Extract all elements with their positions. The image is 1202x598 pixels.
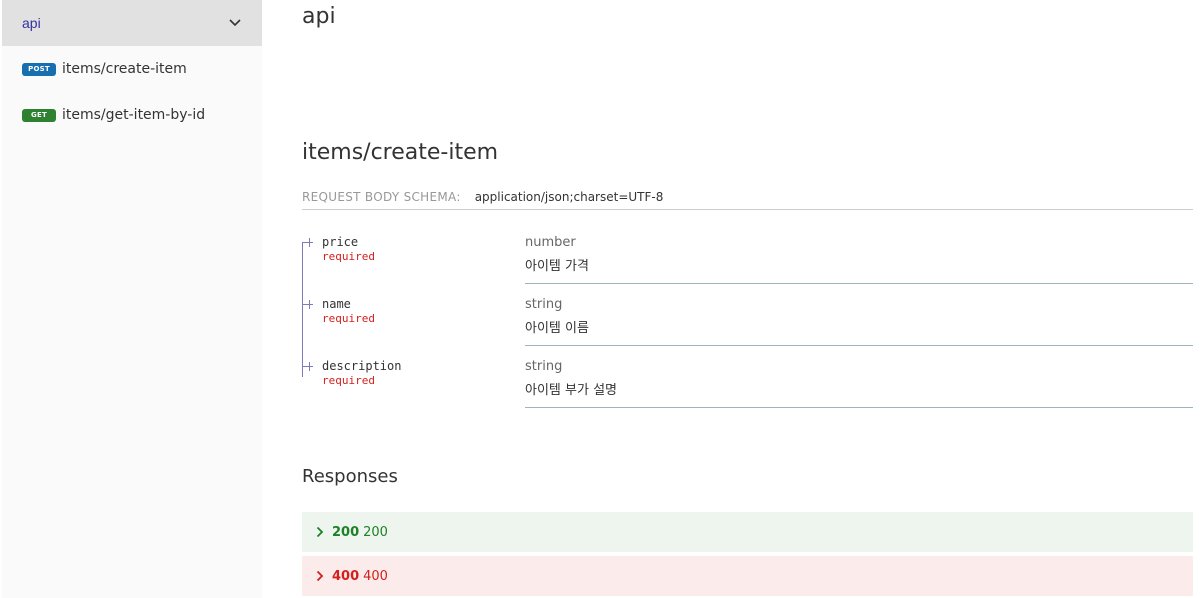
- tree-connector: [303, 366, 313, 367]
- get-method-badge: GET: [22, 108, 56, 122]
- response-description: 200: [363, 524, 388, 540]
- property-name: price: [322, 235, 359, 249]
- schema-properties: price required number 아이템 가격 name requir…: [302, 232, 1193, 418]
- tree-connector-end: [309, 300, 310, 309]
- chevron-right-icon: [316, 526, 328, 538]
- responses-title: Responses: [302, 466, 398, 487]
- property-name-cell: name required: [302, 294, 525, 356]
- property-type: string: [525, 359, 563, 374]
- tree-connector: [303, 304, 313, 305]
- chevron-right-icon: [316, 570, 328, 582]
- response-200-toggle[interactable]: 200 200: [302, 512, 1193, 552]
- property-detail-cell: number 아이템 가격: [525, 232, 1193, 284]
- section-title: api: [302, 4, 336, 29]
- operation-title: items/create-item: [302, 140, 499, 165]
- property-name: description: [322, 359, 402, 373]
- request-body-schema-header: REQUEST BODY SCHEMA: application/json;ch…: [302, 190, 1193, 210]
- property-required-label: required: [322, 374, 375, 387]
- property-required-label: required: [322, 312, 375, 325]
- property-description: 아이템 이름: [525, 321, 589, 336]
- property-name-cell: description required: [302, 356, 525, 418]
- property-description: 아이템 가격: [525, 259, 589, 274]
- property-type: number: [525, 235, 576, 250]
- property-row-description: description required string 아이템 부가 설명: [302, 356, 1193, 418]
- sidebar-item-create-item[interactable]: POST items/create-item: [2, 46, 262, 92]
- property-detail-cell: string 아이템 부가 설명: [525, 356, 1193, 408]
- response-code: 400: [332, 568, 360, 584]
- response-code: 200: [332, 524, 360, 540]
- property-detail-cell: string 아이템 이름: [525, 294, 1193, 346]
- property-required-label: required: [322, 250, 375, 263]
- sidebar-group-api[interactable]: api: [2, 0, 262, 46]
- chevron-down-icon: [228, 16, 242, 30]
- property-row-price: price required number 아이템 가격: [302, 232, 1193, 294]
- post-method-badge: POST: [22, 62, 56, 76]
- sidebar-item-get-item-by-id[interactable]: GET items/get-item-by-id: [2, 92, 262, 138]
- property-name-cell: price required: [302, 232, 525, 294]
- sidebar-item-label: items/get-item-by-id: [62, 107, 206, 123]
- property-type: string: [525, 297, 563, 312]
- sidebar-item-label: items/create-item: [62, 61, 187, 77]
- request-body-content-type: application/json;charset=UTF-8: [474, 190, 664, 204]
- request-body-schema-label: REQUEST BODY SCHEMA:: [302, 190, 461, 204]
- response-400-toggle[interactable]: 400 400: [302, 556, 1193, 596]
- tree-connector-end: [309, 238, 310, 247]
- tree-connector: [303, 242, 313, 243]
- response-description: 400: [363, 568, 388, 584]
- property-name: name: [322, 297, 351, 311]
- sidebar: api POST items/create-item GET items/get…: [2, 0, 262, 598]
- property-row-name: name required string 아이템 이름: [302, 294, 1193, 356]
- property-description: 아이템 부가 설명: [525, 383, 617, 398]
- sidebar-group-label: api: [22, 15, 41, 31]
- tree-connector-end: [309, 362, 310, 371]
